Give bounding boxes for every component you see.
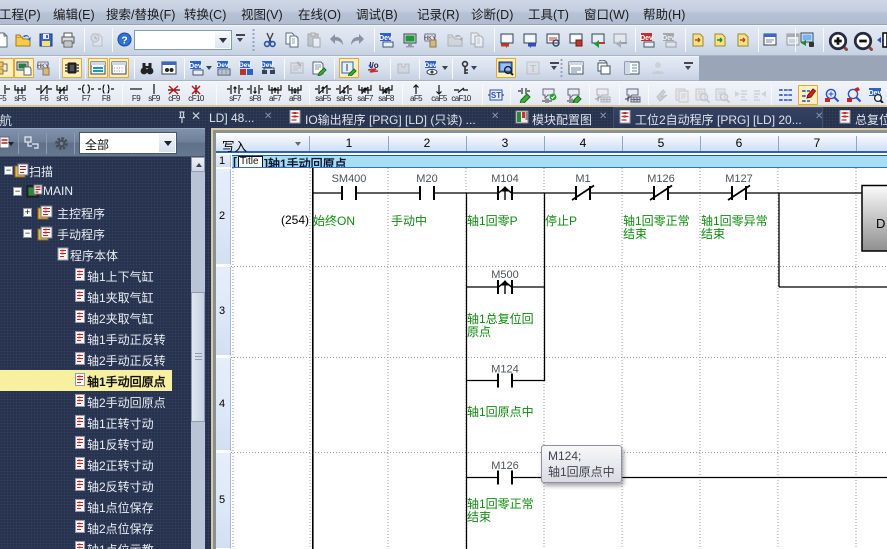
svg-text:Dev: Dev <box>217 62 229 69</box>
svg-text:(254): (254) <box>281 213 309 227</box>
svg-text:轴1回零正常: 轴1回零正常 <box>467 496 534 511</box>
svg-text:Dev: Dev <box>189 63 202 70</box>
svg-text:M1: M1 <box>575 173 590 185</box>
svg-text:I: I <box>346 63 349 74</box>
svg-text:轴1回零正常: 轴1回零正常 <box>623 213 690 228</box>
svg-text:结束: 结束 <box>701 227 725 241</box>
svg-text:Dev: Dev <box>425 62 437 69</box>
svg-text:M127: M127 <box>725 173 753 185</box>
svg-text:D: D <box>876 216 885 231</box>
svg-text:手动中: 手动中 <box>391 213 427 228</box>
svg-text:Dev: Dev <box>640 35 653 42</box>
svg-text:Dev: Dev <box>662 35 675 42</box>
svg-text:轴1总复位回: 轴1总复位回 <box>467 311 534 326</box>
svg-text:M500: M500 <box>491 269 519 281</box>
svg-text:M104: M104 <box>491 173 519 185</box>
svg-text:M124: M124 <box>491 364 519 376</box>
svg-text:原点: 原点 <box>467 325 491 339</box>
svg-text:结束: 结束 <box>623 227 647 241</box>
svg-text:始终ON: 始终ON <box>313 213 355 228</box>
svg-text:结束: 结束 <box>467 510 491 524</box>
svg-text:停止P: 停止P <box>545 213 577 228</box>
svg-text:SM400: SM400 <box>332 173 367 185</box>
svg-text:T: T <box>530 64 536 75</box>
svg-text:?: ? <box>121 35 127 46</box>
svg-text:M126: M126 <box>491 460 519 472</box>
svg-text:Dev: Dev <box>239 62 251 69</box>
svg-text:Dev: Dev <box>379 35 392 42</box>
svg-text:轴1回零P: 轴1回零P <box>467 213 518 228</box>
svg-text:M20: M20 <box>416 173 437 185</box>
svg-text:轴1回原点中: 轴1回原点中 <box>467 404 534 419</box>
svg-text:轴1回零异常: 轴1回零异常 <box>701 213 768 228</box>
svg-text:M126: M126 <box>647 173 675 185</box>
svg-text:ST: ST <box>491 91 501 100</box>
